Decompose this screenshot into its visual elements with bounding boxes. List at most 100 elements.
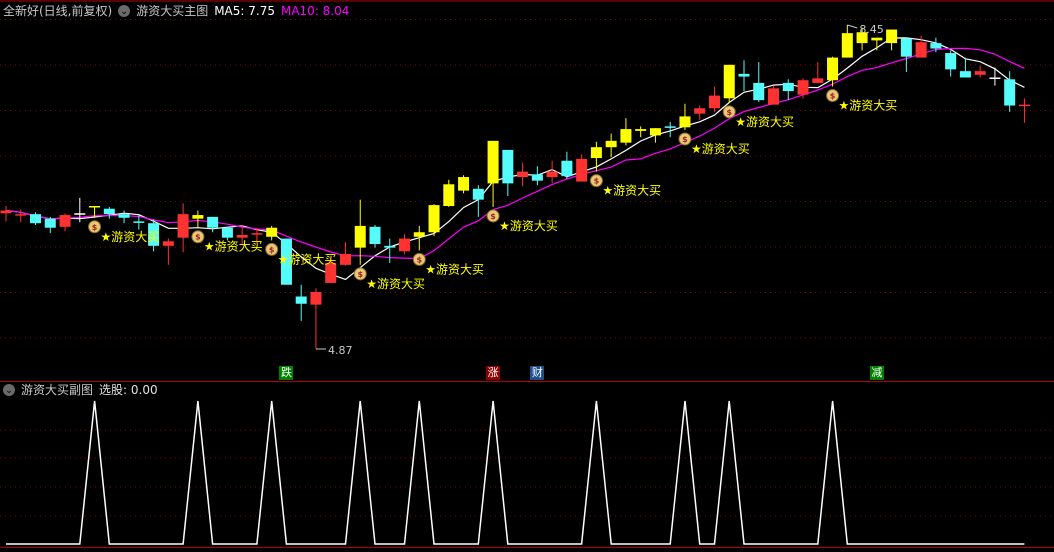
candle-body[interactable]	[989, 77, 1001, 79]
candle-body[interactable]	[915, 42, 927, 58]
stock-chart[interactable]: $★游资大买 $★游资大买 $★游资大买$★游资大买$★游资大买$★游资大买$★游资…	[0, 0, 1054, 552]
candle-body[interactable]	[945, 53, 957, 70]
candle-body[interactable]	[177, 214, 189, 238]
candle-body[interactable]	[443, 184, 455, 207]
signal-label: ★游资大买	[499, 219, 558, 233]
signal-label: ★游资大买	[366, 277, 425, 291]
event-marker[interactable]: 减	[869, 366, 884, 380]
event-marker[interactable]: 涨	[486, 366, 501, 380]
candle-body[interactable]	[812, 78, 824, 83]
event-marker[interactable]: 跌	[279, 366, 294, 380]
stock-title: 全新好(日线,前复权)	[3, 4, 113, 18]
candle-body[interactable]	[162, 241, 174, 246]
sub-chart-header: ⌄ 游资大买副图 选股: 0.00	[3, 383, 158, 397]
candle-body[interactable]	[708, 95, 720, 109]
high-arrow	[847, 24, 858, 29]
candle-body[interactable]	[723, 64, 735, 99]
candle-body[interactable]	[974, 71, 986, 75]
candle-body[interactable]	[192, 215, 204, 219]
signal-label: ★游资大买	[278, 252, 337, 266]
money-bag-symbol: $	[195, 233, 201, 242]
money-bag-symbol: $	[594, 177, 600, 186]
candle-body[interactable]	[354, 225, 366, 248]
candle-body[interactable]	[251, 233, 263, 235]
candle-body[interactable]	[900, 38, 912, 57]
money-bag-symbol: $	[726, 108, 732, 117]
select-stock-value: 选股: 0.00	[99, 383, 158, 397]
signal-label: ★游资大买	[735, 115, 794, 129]
main-indicator-name[interactable]: 游资大买主图	[136, 4, 208, 18]
main-chart-header: 全新好(日线,前复权) ⌄ 游资大买主图 MA5: 7.75 MA10: 8.0…	[3, 4, 349, 18]
candle-body[interactable]	[310, 291, 322, 305]
signal-label: ★游资大买	[101, 230, 160, 244]
candle-body[interactable]	[871, 37, 883, 41]
candle-body[interactable]	[546, 171, 558, 178]
candle-body[interactable]	[15, 214, 27, 216]
candle-body[interactable]	[930, 43, 942, 49]
candle-body[interactable]	[30, 214, 42, 224]
candle-body[interactable]	[295, 296, 307, 304]
signal-label: ★游资大买	[691, 142, 750, 156]
candle-body[interactable]	[207, 216, 219, 228]
ma10-value: MA10: 8.04	[280, 4, 350, 18]
money-bag-symbol: $	[92, 223, 98, 232]
candle-body[interactable]	[266, 227, 278, 237]
signal-label: ★游资大买	[204, 240, 263, 254]
candle-body[interactable]	[133, 221, 145, 223]
signal-label: ★游资大买	[839, 99, 898, 113]
candle-body[interactable]	[679, 116, 691, 128]
money-bag-symbol: $	[682, 135, 688, 144]
event-marker[interactable]: 财	[530, 366, 545, 380]
chevron-down-icon[interactable]: ⌄	[3, 384, 15, 396]
candle-body[interactable]	[531, 174, 543, 181]
candle-body[interactable]	[1018, 104, 1030, 107]
candle-body[interactable]	[886, 29, 898, 44]
candle-body[interactable]	[782, 82, 794, 92]
candle-body[interactable]	[841, 33, 853, 58]
candle-body[interactable]	[428, 205, 440, 233]
candle-body[interactable]	[339, 253, 351, 265]
candle-body[interactable]	[399, 238, 411, 252]
candle-body[interactable]	[59, 215, 71, 227]
candle-body[interactable]	[517, 171, 529, 178]
candle-body[interactable]	[413, 232, 425, 237]
candle-body[interactable]	[89, 206, 101, 208]
candle-body[interactable]	[118, 214, 130, 218]
candle-body[interactable]	[664, 126, 676, 128]
chevron-down-icon[interactable]: ⌄	[118, 5, 131, 17]
candle-body[interactable]	[236, 234, 248, 238]
candle-body[interactable]	[1004, 79, 1016, 106]
candle-body[interactable]	[103, 208, 115, 215]
candle-body[interactable]	[472, 188, 484, 200]
candle-body[interactable]	[458, 177, 470, 191]
candle-body[interactable]	[590, 147, 602, 159]
candle-body[interactable]	[620, 129, 632, 143]
candle-body[interactable]	[738, 73, 750, 77]
high-price-label: 8.45	[859, 23, 884, 36]
candle-body[interactable]	[827, 57, 839, 81]
candle-body[interactable]	[384, 245, 396, 248]
candle-body[interactable]	[369, 226, 381, 245]
select-stock-line	[6, 400, 1025, 545]
candle-body[interactable]	[768, 88, 780, 105]
candle-body[interactable]	[605, 140, 617, 148]
candle-body[interactable]	[44, 218, 56, 228]
candle-body[interactable]	[74, 213, 86, 215]
candle-body[interactable]	[576, 158, 588, 182]
candle-body[interactable]	[959, 71, 971, 78]
candle-body[interactable]	[0, 210, 12, 214]
candle-body[interactable]	[753, 82, 765, 101]
candle-body[interactable]	[797, 80, 809, 95]
candle-body[interactable]	[221, 227, 233, 238]
money-bag-symbol: $	[357, 270, 363, 279]
candle-body[interactable]	[502, 149, 514, 184]
candle-body[interactable]	[487, 140, 499, 184]
candle-body[interactable]	[561, 160, 573, 177]
candle-body[interactable]	[649, 128, 661, 136]
money-bag-symbol: $	[830, 92, 836, 101]
sub-indicator-name[interactable]: 游资大买副图	[21, 383, 93, 397]
ma5-value: MA5: 7.75	[214, 4, 275, 18]
signal-label: ★游资大买	[425, 262, 484, 276]
candle-body[interactable]	[635, 129, 647, 131]
candle-body[interactable]	[694, 108, 706, 114]
